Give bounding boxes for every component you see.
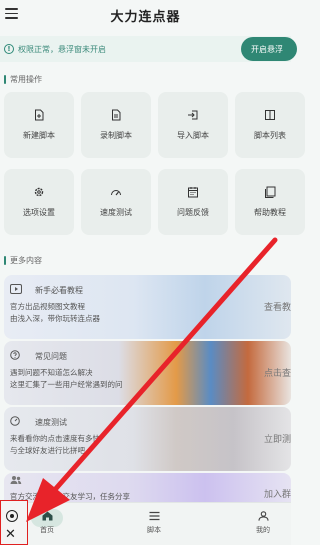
card-faq[interactable]: 常见问题 遇到问题不知道怎么解决 这里汇集了一些用户经常遇到的问 点击查 (4, 341, 291, 405)
card-action-link[interactable]: 加入群 (264, 487, 291, 500)
card-description: 来看看你的点击速度有多快 与全球好友进行比拼吧 (10, 434, 100, 455)
hamburger-menu-icon[interactable] (5, 8, 18, 19)
card-speed-test[interactable]: 速度测试 来看看你的点击速度有多快 与全球好友进行比拼吧 立即测 (4, 407, 291, 471)
tile-label: 脚本列表 (254, 131, 286, 140)
info-icon: ! (4, 44, 14, 54)
app-header: 大力连点器 (0, 0, 291, 30)
new-file-icon (35, 109, 44, 121)
permission-status-bar: ! 权限正常，悬浮窗未开启 开启悬浮 (0, 36, 297, 62)
book-icon (265, 186, 276, 198)
card-title: 常见问题 (35, 352, 67, 361)
tile-label: 帮助教程 (254, 208, 286, 217)
play-icon (10, 284, 22, 294)
app-title: 大力连点器 (110, 9, 181, 25)
tile-record-script[interactable]: 录制脚本 (81, 92, 151, 158)
tile-script-list[interactable]: 脚本列表 (235, 92, 305, 158)
nav-label: 脚本 (147, 526, 161, 534)
help-circle-icon (10, 350, 20, 360)
close-icon[interactable]: ✕ (5, 528, 16, 541)
card-action-link[interactable]: 立即测 (264, 432, 291, 445)
list-icon (149, 511, 159, 521)
home-icon (42, 511, 52, 521)
tile-label: 速度测试 (100, 208, 132, 217)
section-title-common: 常用操作 (10, 75, 42, 84)
tile-label: 选项设置 (23, 208, 55, 217)
tile-speed-test[interactable]: 速度测试 (81, 169, 151, 235)
calendar-icon (188, 187, 198, 198)
tile-settings[interactable]: 选项设置 (4, 169, 74, 235)
permission-status-text: 权限正常，悬浮窗未开启 (18, 44, 106, 54)
record-file-icon (112, 109, 121, 121)
speedometer-icon (111, 190, 121, 196)
tile-import-script[interactable]: 导入脚本 (158, 92, 228, 158)
card-title: 新手必看教程 (35, 286, 83, 295)
tile-label: 新建脚本 (23, 131, 55, 140)
section-header-common: 常用操作 (4, 74, 42, 85)
list-icon (265, 110, 275, 120)
speedometer-icon (10, 416, 20, 426)
tile-feedback[interactable]: 问题反馈 (158, 169, 228, 235)
nav-scripts[interactable]: 脚本 (134, 511, 174, 535)
section-title-more: 更多内容 (10, 256, 42, 265)
nav-label: 首页 (40, 526, 54, 534)
tile-label: 问题反馈 (177, 208, 209, 217)
card-beginner-tutorial[interactable]: 新手必看教程 官方出品视频图文教程 由浅入深，带你玩转连点器 查看教 (4, 275, 291, 339)
card-action-link[interactable]: 查看教 (264, 300, 291, 313)
card-action-link[interactable]: 点击查 (264, 366, 291, 379)
record-icon[interactable] (6, 510, 18, 522)
section-header-more: 更多内容 (4, 255, 42, 266)
bottom-navigation: 首页 脚本 我的 (0, 502, 291, 545)
tile-new-script[interactable]: 新建脚本 (4, 92, 74, 158)
nav-label: 我的 (256, 526, 270, 534)
card-title: 速度测试 (35, 418, 67, 427)
tile-label: 录制脚本 (100, 131, 132, 140)
nav-home[interactable]: 首页 (27, 511, 67, 535)
tile-label: 导入脚本 (177, 131, 209, 140)
nav-profile[interactable]: 我的 (243, 511, 283, 535)
card-description: 官方出品视频图文教程 由浅入深，带你玩转连点器 (10, 302, 100, 323)
enable-floating-window-button[interactable]: 开启悬浮 (241, 37, 297, 61)
user-icon (257, 511, 269, 521)
floating-control-widget: ✕ (0, 500, 28, 545)
import-icon (188, 110, 198, 120)
tile-help-tutorial[interactable]: 帮助教程 (235, 169, 305, 235)
gear-icon (34, 187, 44, 197)
card-description: 遇到问题不知道怎么解决 这里汇集了一些用户经常遇到的问 (10, 368, 123, 389)
users-icon (10, 476, 22, 484)
